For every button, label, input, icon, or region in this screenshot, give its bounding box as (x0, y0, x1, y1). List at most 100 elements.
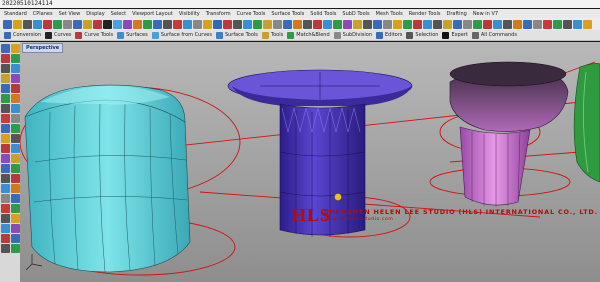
tab-cplanes[interactable]: CPlanes (33, 11, 53, 17)
standard-tool-icon[interactable] (173, 19, 182, 29)
palette-tool-icon[interactable] (1, 104, 10, 113)
standard-tool-icon[interactable] (113, 19, 122, 29)
palette-tool-icon[interactable] (1, 174, 10, 183)
standard-tool-icon[interactable] (303, 19, 312, 29)
palette-tool-icon[interactable] (11, 154, 20, 163)
standard-tool-icon[interactable] (23, 19, 32, 29)
standard-tool-icon[interactable] (353, 19, 362, 29)
palette-tool-icon[interactable] (11, 64, 20, 73)
toolbar-selection-button[interactable]: Selection (406, 31, 438, 39)
tab-viewport-layout[interactable]: Viewport Layout (132, 11, 173, 17)
standard-tool-icon[interactable] (283, 19, 292, 29)
toolbar-editors-button[interactable]: Editors (375, 31, 402, 39)
standard-tool-icon[interactable] (53, 19, 62, 29)
green-model[interactable] (573, 63, 600, 183)
standard-tool-icon[interactable] (223, 19, 232, 29)
toolbar-curves-button[interactable]: Curves (45, 31, 71, 39)
standard-tool-icon[interactable] (243, 19, 252, 29)
standard-tool-icon[interactable] (413, 19, 422, 29)
palette-tool-icon[interactable] (1, 224, 10, 233)
palette-tool-icon[interactable] (11, 124, 20, 133)
standard-tool-icon[interactable] (523, 19, 532, 29)
standard-tool-icon[interactable] (73, 19, 82, 29)
palette-tool-icon[interactable] (11, 224, 20, 233)
standard-tool-icon[interactable] (393, 19, 402, 29)
tab-set-view[interactable]: Set View (59, 11, 81, 17)
palette-tool-icon[interactable] (11, 164, 20, 173)
palette-tool-icon[interactable] (1, 234, 10, 243)
standard-tool-icon[interactable] (103, 19, 112, 29)
palette-tool-icon[interactable] (1, 94, 10, 103)
standard-tool-icon[interactable] (43, 19, 52, 29)
palette-tool-icon[interactable] (11, 94, 20, 103)
tab-transform[interactable]: Transform (206, 11, 231, 17)
standard-tool-icon[interactable] (203, 19, 212, 29)
standard-tool-icon[interactable] (583, 19, 592, 29)
standard-tool-icon[interactable] (213, 19, 222, 29)
standard-tool-icon[interactable] (423, 19, 432, 29)
standard-tool-icon[interactable] (463, 19, 472, 29)
toolbar-curve-tools-button[interactable]: Curve Tools (75, 31, 113, 39)
standard-tool-icon[interactable] (473, 19, 482, 29)
tab-display[interactable]: Display (86, 11, 104, 17)
palette-tool-icon[interactable] (1, 74, 10, 83)
standard-tool-icon[interactable] (143, 19, 152, 29)
standard-tool-icon[interactable] (323, 19, 332, 29)
tab-solid-tools[interactable]: Solid Tools (310, 11, 336, 17)
standard-tool-icon[interactable] (3, 19, 12, 29)
standard-tool-icon[interactable] (253, 19, 262, 29)
palette-tool-icon[interactable] (11, 144, 20, 153)
toolbar-expert-button[interactable]: Expert (442, 31, 468, 39)
palette-tool-icon[interactable] (1, 194, 10, 203)
tab-surface-tools[interactable]: Surface Tools (271, 11, 304, 17)
standard-tool-icon[interactable] (573, 19, 582, 29)
standard-tool-icon[interactable] (453, 19, 462, 29)
viewport-title-tab[interactable]: Perspective (22, 43, 64, 53)
palette-tool-icon[interactable] (1, 84, 10, 93)
palette-tool-icon[interactable] (11, 214, 20, 223)
standard-tool-icon[interactable] (63, 19, 72, 29)
standard-tool-icon[interactable] (563, 19, 572, 29)
standard-tool-icon[interactable] (13, 19, 22, 29)
palette-tool-icon[interactable] (11, 244, 20, 253)
standard-tool-icon[interactable] (83, 19, 92, 29)
standard-tool-icon[interactable] (193, 19, 202, 29)
toolbar-surface-from-curves-button[interactable]: Surface from Curves (151, 31, 212, 39)
standard-tool-icon[interactable] (293, 19, 302, 29)
palette-tool-icon[interactable] (1, 124, 10, 133)
standard-tool-icon[interactable] (363, 19, 372, 29)
palette-tool-icon[interactable] (1, 214, 10, 223)
palette-tool-icon[interactable] (1, 144, 10, 153)
tab-subd-tools[interactable]: SubD Tools (342, 11, 369, 17)
standard-tool-icon[interactable] (153, 19, 162, 29)
standard-tool-icon[interactable] (133, 19, 142, 29)
viewport-scene[interactable] (20, 42, 600, 282)
tab-new-in-v7[interactable]: New in V7 (473, 11, 498, 17)
tab-standard[interactable]: Standard (4, 11, 27, 17)
palette-tool-icon[interactable] (11, 104, 20, 113)
standard-tool-icon[interactable] (513, 19, 522, 29)
toolbar-surfaces-button[interactable]: Surfaces (117, 31, 148, 39)
teal-stool-model[interactable] (24, 84, 191, 273)
palette-tool-icon[interactable] (1, 184, 10, 193)
palette-tool-icon[interactable] (1, 64, 10, 73)
palette-tool-icon[interactable] (11, 44, 20, 53)
palette-tool-icon[interactable] (11, 84, 20, 93)
standard-tool-icon[interactable] (263, 19, 272, 29)
palette-tool-icon[interactable] (1, 114, 10, 123)
palette-tool-icon[interactable] (1, 54, 10, 63)
palette-tool-icon[interactable] (11, 194, 20, 203)
palette-tool-icon[interactable] (1, 154, 10, 163)
standard-tool-icon[interactable] (343, 19, 352, 29)
standard-tool-icon[interactable] (553, 19, 562, 29)
standard-tool-icon[interactable] (543, 19, 552, 29)
palette-tool-icon[interactable] (11, 184, 20, 193)
standard-tool-icon[interactable] (533, 19, 542, 29)
toolbar-match-blend-button[interactable]: Match&Blend (287, 31, 330, 39)
palette-tool-icon[interactable] (1, 244, 10, 253)
standard-tool-icon[interactable] (443, 19, 452, 29)
palette-tool-icon[interactable] (1, 204, 10, 213)
tab-render-tools[interactable]: Render Tools (409, 11, 441, 17)
palette-tool-icon[interactable] (11, 114, 20, 123)
tab-visibility[interactable]: Visibility (179, 11, 200, 17)
